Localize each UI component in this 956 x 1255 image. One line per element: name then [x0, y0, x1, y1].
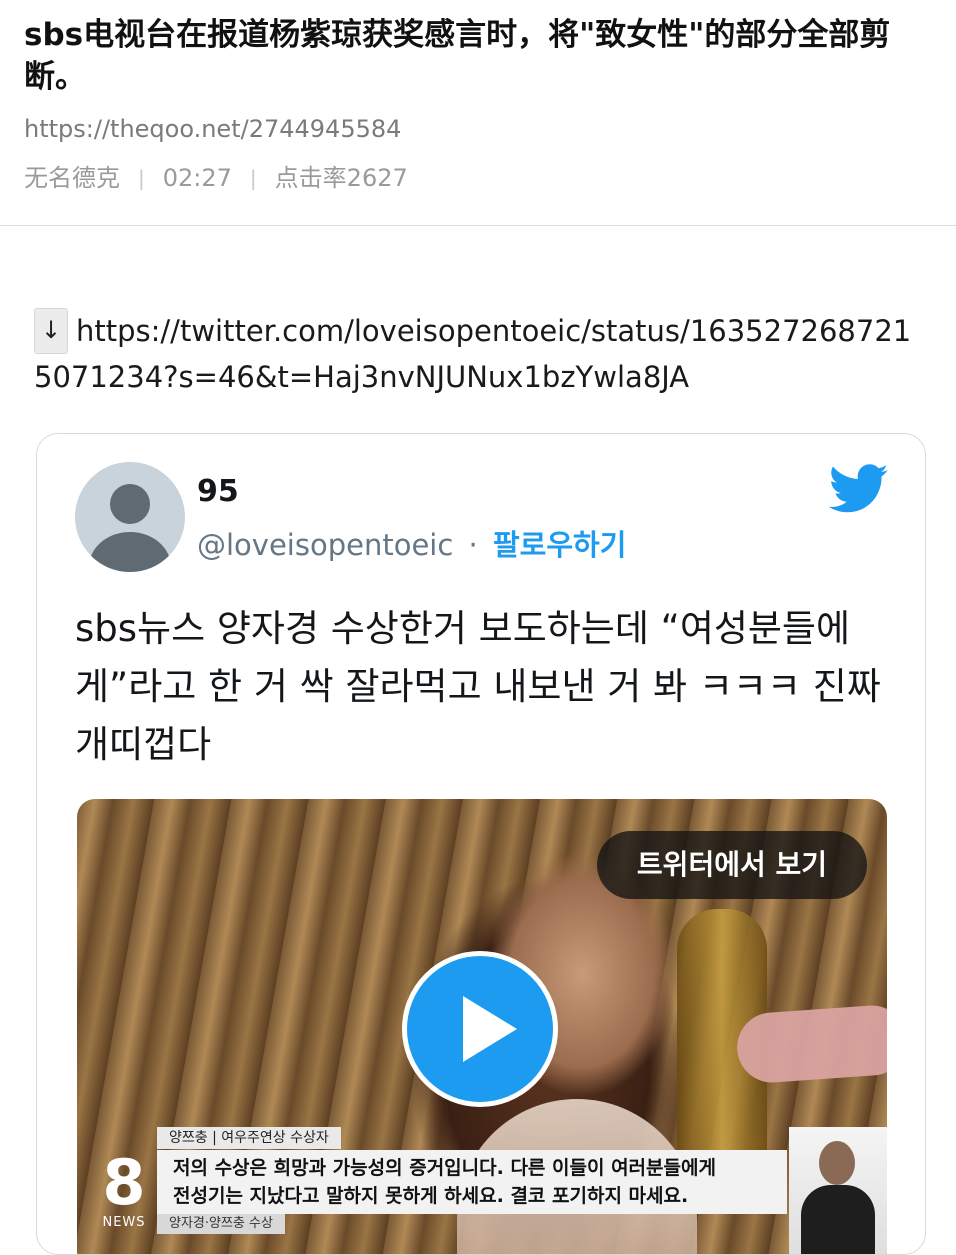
view-on-twitter-button[interactable]: 트위터에서 보기 [596, 831, 867, 899]
meta-separator: | [249, 166, 257, 190]
author-name[interactable]: 无名德克 [24, 163, 120, 193]
handle-row: @loveisopentoeic · 팔로우하기 [197, 522, 626, 564]
tweet-link[interactable]: ↓ https://twitter.com/loveisopentoeic/sta… [34, 308, 924, 400]
source-url[interactable]: https://theqoo.net/2744945584 [24, 114, 401, 144]
tweet-text: sbs뉴스 양자경 수상한거 보도하는데 “여성분들에게”라고 한 거 싹 잘라… [75, 607, 881, 766]
header-divider [0, 225, 956, 226]
post-title: sbs电视台在报道杨紫琼获奖感言时，将"致女性"的部分全部剪断。 [24, 17, 891, 95]
post-meta: 无名德克 | 02:27 | 点击率2627 [24, 163, 408, 193]
news-bottom-label: 양자경·양쯔충 수상 [157, 1214, 285, 1234]
video-arm [734, 1003, 887, 1085]
display-name[interactable]: 95 [197, 474, 239, 509]
tweet-link-url[interactable]: https://twitter.com/loveisopentoeic/stat… [34, 314, 911, 394]
interpreter-body [801, 1185, 875, 1254]
sign-interpreter [789, 1127, 887, 1254]
tweet-video[interactable]: 트위터에서 보기 8 NEWS 양쯔충 | 여우주연상 수상자 저의 수상은 희… [77, 799, 887, 1254]
channel-logo: 8 NEWS [95, 1146, 153, 1231]
twitter-bird-icon[interactable] [829, 464, 889, 514]
follow-button[interactable]: 팔로우하기 [493, 528, 626, 562]
tweet-card[interactable]: 95 @loveisopentoeic · 팔로우하기 sbs뉴스 양자경 수상… [36, 433, 926, 1255]
channel-text: NEWS [102, 1215, 146, 1230]
avatar[interactable] [75, 462, 185, 572]
subtitle-line-1: 저의 수상은 희망과 가능성의 증거입니다. 다른 이들이 여러분들에게 [173, 1157, 716, 1179]
post-time: 02:27 [162, 164, 232, 192]
subtitle-line-2: 전성기는 지났다고 말하지 못하게 하세요. 결코 포기하지 마세요. [173, 1185, 689, 1207]
channel-number: 8 [102, 1146, 146, 1219]
avatar-body-shape [89, 532, 171, 572]
play-icon [463, 996, 517, 1062]
avatar-head-shape [110, 484, 150, 524]
news-label: 양쯔충 | 여우주연상 수상자 [157, 1127, 341, 1149]
view-count: 点击率2627 [274, 164, 408, 192]
video-subtitle: 저의 수상은 희망과 가능성의 증거입니다. 다른 이들이 여러분들에게 전성기… [157, 1150, 787, 1214]
user-handle[interactable]: @loveisopentoeic [197, 528, 453, 562]
play-button[interactable] [402, 951, 558, 1107]
handle-separator: · [468, 528, 478, 562]
meta-separator: | [138, 166, 145, 190]
interpreter-head [819, 1141, 855, 1185]
arrow-down-icon: ↓ [34, 308, 68, 354]
